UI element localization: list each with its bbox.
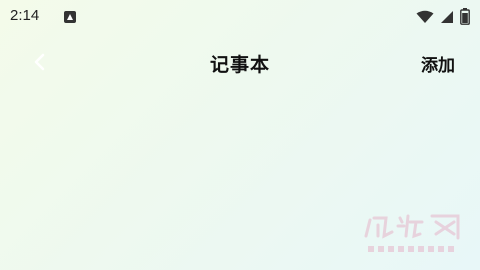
app-bar: 记事本 添加: [0, 42, 480, 82]
logo-watermark: [364, 214, 460, 252]
android-notification-icon: [64, 11, 76, 23]
status-time: 2:14: [10, 7, 40, 24]
page-title: 记事本: [209, 54, 270, 76]
notepad-screen: 2:14 记事本 添加: [0, 0, 480, 270]
status-icons: [416, 8, 470, 25]
battery-icon: [460, 8, 470, 25]
cell-signal-icon: [441, 10, 453, 23]
add-button[interactable]: 添加: [421, 51, 455, 76]
status-bar: 2:14: [0, 0, 480, 34]
wifi-icon: [416, 10, 434, 23]
